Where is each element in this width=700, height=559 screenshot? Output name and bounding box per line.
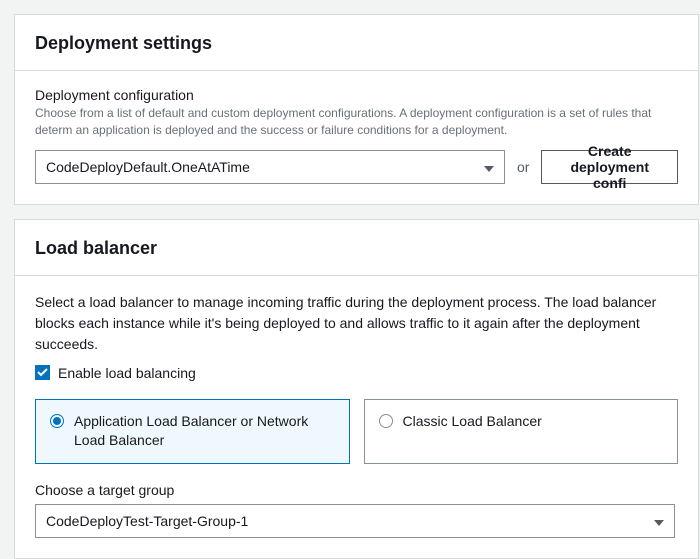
deployment-settings-title: Deployment settings (15, 15, 698, 71)
deployment-settings-body: Deployment configuration Choose from a l… (15, 71, 698, 204)
or-text: or (517, 159, 529, 175)
lb-type-option-label: Application Load Balancer or Network Loa… (74, 412, 335, 451)
caret-down-icon (654, 513, 664, 529)
target-group-label: Choose a target group (35, 482, 678, 498)
deployment-config-help: Choose from a list of default and custom… (35, 105, 678, 140)
load-balancer-body: Select a load balancer to manage incomin… (15, 276, 698, 558)
deployment-config-select[interactable]: CodeDeployDefault.OneAtATime (35, 150, 505, 184)
enable-load-balancing-checkbox[interactable] (35, 365, 50, 380)
target-group-value: CodeDeployTest-Target-Group-1 (46, 513, 248, 529)
check-icon (37, 368, 48, 377)
deployment-settings-panel: Deployment settings Deployment configura… (14, 14, 699, 205)
load-balancer-description: Select a load balancer to manage incomin… (35, 292, 678, 355)
lb-type-option-label: Classic Load Balancer (403, 412, 542, 432)
deployment-config-select-wrap: CodeDeployDefault.OneAtATime (35, 150, 505, 184)
lb-type-option-alb-nlb[interactable]: Application Load Balancer or Network Loa… (35, 399, 350, 464)
enable-load-balancing-row: Enable load balancing (35, 365, 678, 381)
load-balancer-title: Load balancer (15, 220, 698, 276)
caret-down-icon (484, 159, 494, 175)
radio-icon (50, 414, 64, 428)
deployment-config-label: Deployment configuration (35, 87, 678, 103)
radio-icon (379, 414, 393, 428)
deployment-config-row: CodeDeployDefault.OneAtATime or Create d… (35, 150, 678, 184)
lb-type-radio-group: Application Load Balancer or Network Loa… (35, 399, 678, 464)
create-deployment-config-button[interactable]: Create deployment confi (541, 150, 678, 184)
deployment-config-value: CodeDeployDefault.OneAtATime (46, 159, 250, 175)
load-balancer-panel: Load balancer Select a load balancer to … (14, 219, 699, 559)
lb-type-option-classic[interactable]: Classic Load Balancer (364, 399, 679, 464)
enable-load-balancing-label: Enable load balancing (58, 365, 196, 381)
